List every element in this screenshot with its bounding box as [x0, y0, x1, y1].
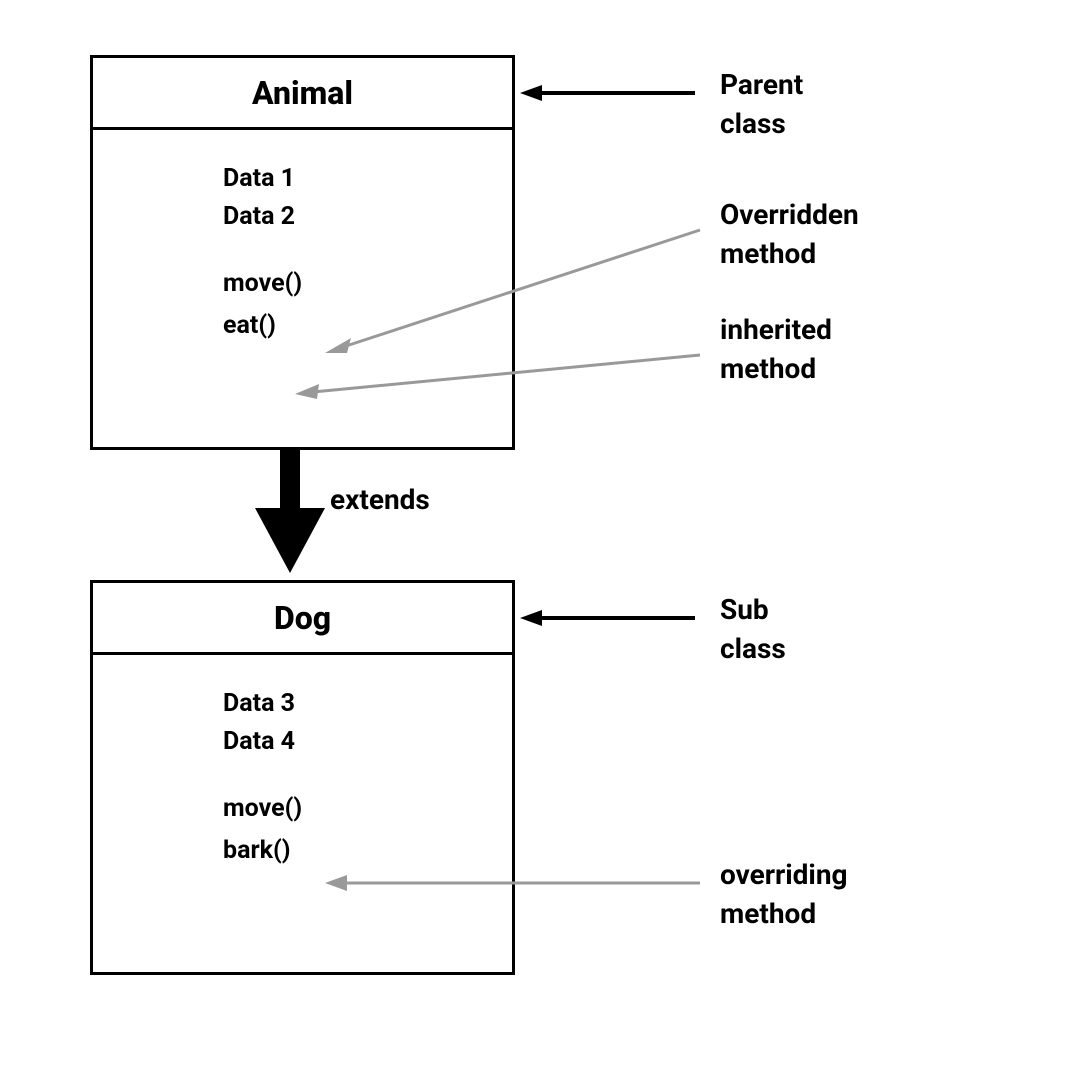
- label-overridden-method: Overridden method: [720, 195, 859, 273]
- child-method-move: move(): [223, 790, 512, 828]
- inheritance-diagram: Animal Data 1 Data 2 move() eat() Dog Da…: [0, 0, 1080, 1080]
- child-class-name: Dog: [93, 583, 512, 655]
- parent-data-member: Data 1: [223, 160, 512, 198]
- label-inherited-line1: inherited: [720, 310, 832, 349]
- arrow-sub-class-icon: [520, 610, 700, 630]
- child-method-bark: bark(): [223, 832, 512, 870]
- child-class-box: Dog Data 3 Data 4 move() bark(): [90, 580, 515, 975]
- arrow-overridden-icon: [325, 225, 705, 360]
- label-sub-class: Sub class: [720, 590, 786, 668]
- label-overridden-line2: method: [720, 234, 859, 273]
- child-data-member: Data 4: [223, 723, 512, 761]
- label-sub-class-line2: class: [720, 629, 786, 668]
- label-sub-class-line1: Sub: [720, 590, 786, 629]
- label-inherited-line2: method: [720, 349, 832, 388]
- child-data-member: Data 3: [223, 685, 512, 723]
- label-parent-class: Parent class: [720, 65, 803, 143]
- label-parent-class-line2: class: [720, 104, 803, 143]
- arrow-inherited-icon: [295, 350, 705, 405]
- child-class-body: Data 3 Data 4 move() bark(): [93, 655, 512, 869]
- parent-class-name: Animal: [93, 58, 512, 130]
- label-overridden-line1: Overridden: [720, 195, 859, 234]
- label-overriding-method: overriding method: [720, 855, 848, 933]
- label-overriding-line2: method: [720, 894, 848, 933]
- label-parent-class-line1: Parent: [720, 65, 803, 104]
- arrow-extends-icon: [255, 448, 325, 583]
- label-inherited-method: inherited method: [720, 310, 832, 388]
- label-extends: extends: [330, 480, 430, 519]
- label-overriding-line1: overriding: [720, 855, 848, 894]
- arrow-parent-class-icon: [520, 85, 700, 105]
- arrow-overriding-icon: [325, 875, 705, 895]
